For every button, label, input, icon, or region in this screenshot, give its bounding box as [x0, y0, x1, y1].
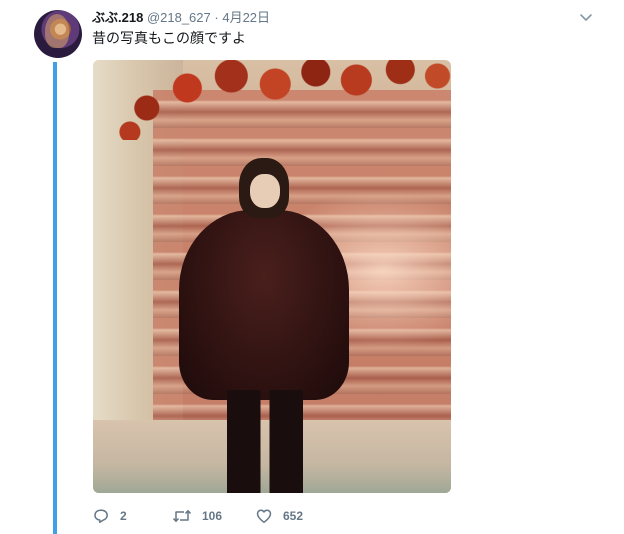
reply-icon — [92, 507, 110, 525]
tweet-photo[interactable] — [93, 60, 451, 493]
avatar-hair — [45, 14, 69, 48]
photo-child-legs — [227, 390, 303, 493]
retweet-button[interactable]: 106 — [172, 506, 222, 526]
retweet-icon — [172, 507, 192, 525]
like-button[interactable]: 652 — [255, 506, 303, 526]
tweet-header: ぶぶ.218 @218_627 · 4月22日 — [92, 10, 270, 26]
photo-red-leaves — [113, 60, 451, 140]
like-count: 652 — [283, 509, 304, 523]
thread-connector-line — [53, 62, 57, 534]
display-name[interactable]: ぶぶ.218 — [92, 10, 143, 25]
avatar[interactable] — [34, 10, 82, 58]
reply-button[interactable]: 2 — [92, 506, 127, 526]
retweet-count: 106 — [202, 509, 223, 523]
tweet-date[interactable]: 4月22日 — [222, 10, 270, 25]
reply-count: 2 — [120, 509, 127, 523]
chevron-down-icon[interactable] — [579, 10, 593, 24]
photo-child-face — [250, 174, 280, 208]
photo-child-coat — [179, 210, 349, 400]
tweet-text: 昔の写真もこの顔ですよ — [92, 30, 246, 46]
separator-dot: · — [214, 10, 219, 25]
user-handle[interactable]: @218_627 — [147, 10, 211, 25]
heart-icon — [255, 507, 273, 525]
